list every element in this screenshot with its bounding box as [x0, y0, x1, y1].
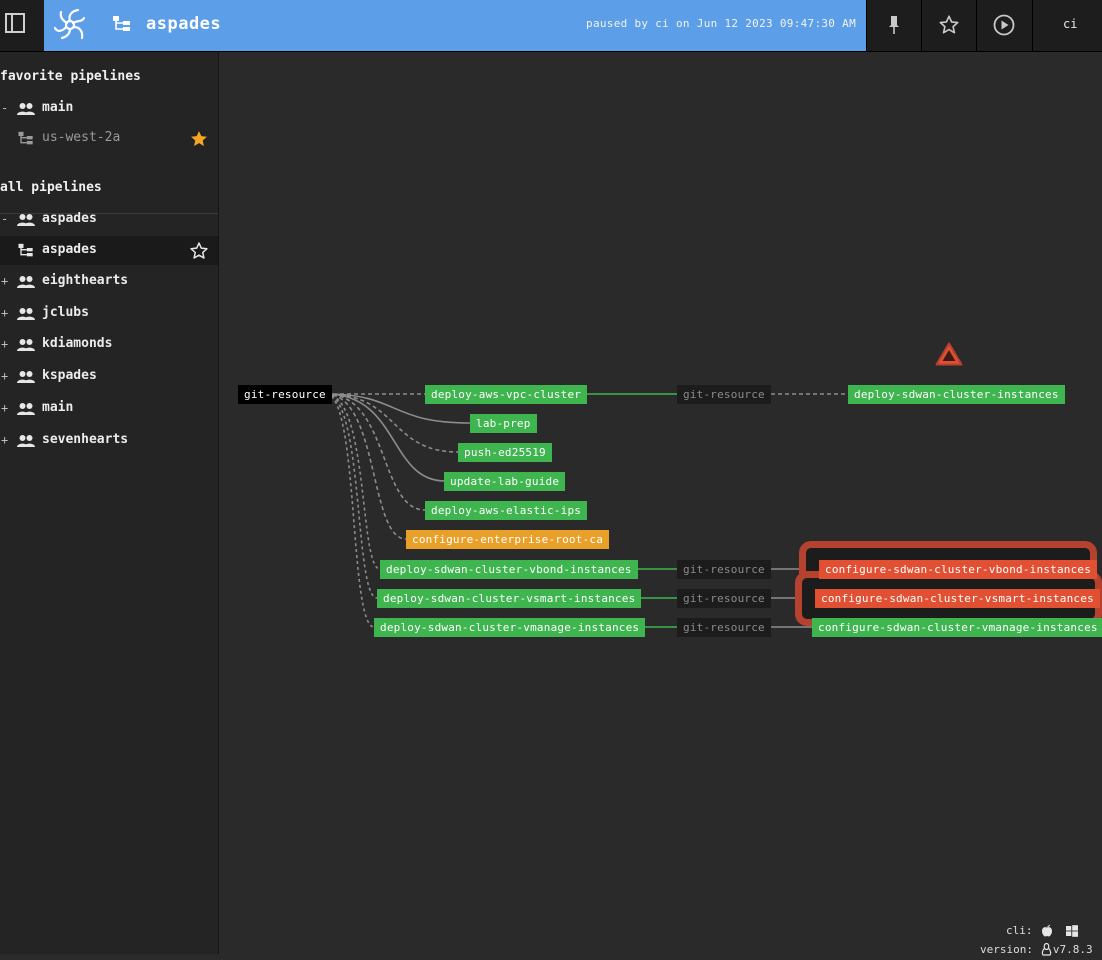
user-name: ci — [1063, 17, 1078, 31]
team-name: jclubs — [42, 305, 89, 320]
collapse-toggle: - — [1, 212, 9, 226]
expand-toggle: + — [1, 433, 9, 447]
pipeline-icon — [18, 131, 33, 145]
job-lab-prep[interactable]: lab-prep — [470, 414, 537, 433]
team-icon — [17, 339, 35, 351]
star-outline-icon — [939, 15, 959, 34]
job-configure-enterprise-root-ca[interactable]: configure-enterprise-root-ca — [406, 530, 610, 549]
all-pipelines-section-title: all pipelines — [0, 180, 102, 195]
team-name: aspades — [42, 211, 97, 226]
resource-git-resource[interactable]: git-resource — [238, 385, 332, 404]
team-kspades[interactable]: + kspades — [0, 362, 218, 392]
version-label: version: — [980, 943, 1033, 956]
team-icon — [17, 276, 35, 288]
team-name: kdiamonds — [42, 336, 113, 351]
star-outline-icon[interactable] — [189, 241, 209, 261]
job-configure-sdwan-cluster-vbond-instances[interactable]: configure-sdwan-cluster-vbond-instances — [819, 560, 1098, 579]
collapse-toggle: - — [1, 101, 9, 115]
apple-icon[interactable] — [1041, 924, 1053, 937]
user-menu[interactable]: ci — [1032, 0, 1102, 51]
team-name: eighthearts — [42, 273, 129, 288]
sidebar: favorite pipelines - main us-west-2a all… — [0, 52, 219, 954]
sidebar-pipeline-us-west-2a[interactable]: us-west-2a — [0, 124, 218, 152]
team-jclubs[interactable]: + jclubs — [0, 299, 218, 329]
job-update-lab-guide[interactable]: update-lab-guide — [444, 472, 566, 491]
job-deploy-sdwan-cluster-vsmart-instances[interactable]: deploy-sdwan-cluster-vsmart-instances — [377, 589, 642, 608]
team-kdiamonds[interactable]: + kdiamonds — [0, 330, 218, 360]
team-eighthearts[interactable]: + eighthearts — [0, 267, 218, 297]
top-bar: aspades paused by ci on Jun 12 2023 09:4… — [0, 0, 1102, 52]
pin-icon — [889, 16, 899, 34]
job-deploy-sdwan-cluster-instances[interactable]: deploy-sdwan-cluster-instances — [848, 385, 1065, 404]
expand-toggle: + — [1, 369, 9, 383]
team-icon — [17, 214, 35, 226]
pipeline-name: aspades — [42, 242, 97, 257]
team-icon — [17, 308, 35, 320]
job-configure-sdwan-cluster-vmanage-instances[interactable]: configure-sdwan-cluster-vmanage-instance… — [812, 618, 1102, 637]
concourse-logo-icon[interactable] — [54, 8, 86, 40]
team-name: kspades — [42, 368, 97, 383]
cli-label: cli: — [1006, 924, 1033, 937]
team-icon — [17, 371, 35, 383]
team-aspades[interactable]: - aspades — [0, 205, 218, 235]
unpause-button[interactable] — [976, 0, 1032, 51]
resource-git-resource-vmanage[interactable]: git-resource — [677, 618, 771, 637]
favorites-section-title: favorite pipelines — [0, 69, 141, 84]
play-circle-icon — [993, 14, 1015, 36]
version-text: version: v7.8.3 — [980, 943, 1093, 956]
job-push-ed25519[interactable]: push-ed25519 — [458, 443, 552, 462]
pipeline-name: us-west-2a — [42, 130, 121, 145]
paused-status-text: paused by ci on Jun 12 2023 09:47:30 AM — [586, 17, 856, 30]
resource-git-resource-vbond[interactable]: git-resource — [677, 560, 771, 579]
expand-toggle: + — [1, 401, 9, 415]
star-filled-icon[interactable] — [189, 129, 209, 149]
team-icon — [17, 103, 35, 115]
resource-git-resource-mid[interactable]: git-resource — [677, 385, 771, 404]
team-sevenhearts[interactable]: + sevenhearts — [0, 426, 218, 456]
team-main[interactable]: + main — [0, 394, 218, 424]
pipeline-icon — [113, 16, 130, 31]
favorite-button[interactable] — [921, 0, 977, 51]
windows-icon[interactable] — [1065, 925, 1078, 937]
error-triangle-icon — [935, 342, 963, 366]
sidebar-pipeline-aspades[interactable]: aspades — [0, 236, 218, 265]
pin-button[interactable] — [866, 0, 922, 51]
version-number: v7.8.3 — [1052, 943, 1093, 956]
job-deploy-sdwan-cluster-vmanage-instances[interactable]: deploy-sdwan-cluster-vmanage-instances — [374, 618, 646, 637]
pipeline-name: aspades — [146, 14, 222, 34]
resource-git-resource-vsmart[interactable]: git-resource — [677, 589, 771, 608]
favorites-team-main[interactable]: - main — [0, 94, 218, 124]
pipeline-icon — [18, 243, 33, 257]
sidebar-icon — [5, 13, 25, 33]
expand-toggle: + — [1, 337, 9, 351]
expand-toggle: + — [1, 306, 9, 320]
team-name: main — [42, 400, 74, 415]
team-name: main — [42, 100, 74, 115]
pipeline-graph: git-resource deploy-aws-vpc-cluster lab-… — [219, 52, 1102, 954]
team-icon — [17, 435, 35, 447]
job-deploy-aws-vpc-cluster[interactable]: deploy-aws-vpc-cluster — [425, 385, 588, 404]
job-configure-sdwan-cluster-vsmart-instances[interactable]: configure-sdwan-cluster-vsmart-instances — [815, 589, 1100, 608]
expand-toggle: + — [1, 274, 9, 288]
graph-edges — [325, 393, 848, 628]
team-icon — [17, 403, 35, 415]
job-deploy-sdwan-cluster-vbond-instances[interactable]: deploy-sdwan-cluster-vbond-instances — [380, 560, 638, 579]
team-name: sevenhearts — [42, 432, 129, 447]
sidebar-toggle-button[interactable] — [0, 0, 44, 51]
job-deploy-aws-elastic-ips[interactable]: deploy-aws-elastic-ips — [425, 501, 588, 520]
